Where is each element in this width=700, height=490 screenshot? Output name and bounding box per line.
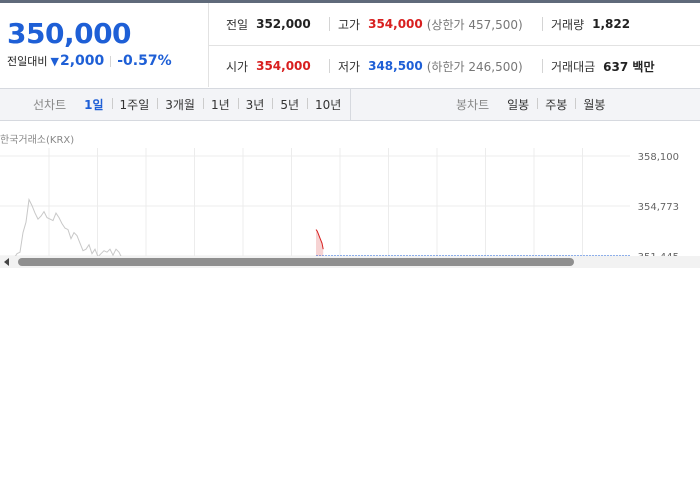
chart-period-tabbar: 선차트 1일 1주일 3개월 1년 3년 5년 10년 봉차트 일봉 주봉 월봉	[0, 88, 700, 121]
down-triangle-icon: ▼	[50, 54, 59, 68]
chart-grid	[0, 148, 630, 256]
volume-label: 거래량	[551, 17, 585, 32]
prev-close-cell: 전일 352,000	[226, 17, 311, 32]
history-series-line	[14, 197, 122, 256]
chart-scrollbar[interactable]	[0, 256, 700, 268]
line-chart-tabs: 선차트 1일 1주일 3개월 1년 3년 5년 10년	[0, 89, 351, 120]
price-change: 전일대비 ▼ 2,000 -0.57%	[7, 53, 172, 69]
volume-value: 1,822	[592, 17, 631, 31]
low-label: 저가	[338, 59, 361, 74]
tab-1-year[interactable]: 1년	[202, 96, 238, 113]
trade-amount-cell: 거래대금 637 백만	[542, 59, 655, 74]
tab-1-day[interactable]: 1일	[76, 96, 111, 113]
trade-amount-value: 637 백만	[603, 59, 655, 74]
open-label: 시가	[226, 59, 249, 74]
low-cell: 저가 348,500 (하한가 246,500)	[329, 59, 523, 74]
quote-info-grid: 전일 352,000 고가 354,000 (상한가 457,500) 거래량 …	[209, 3, 700, 87]
prev-close-label: 전일	[226, 17, 249, 32]
exchange-label: 한국거래소(KRX)	[0, 135, 75, 146]
tab-daily-candle[interactable]: 일봉	[499, 96, 537, 113]
tab-1-week[interactable]: 1주일	[111, 96, 158, 113]
tab-10-years[interactable]: 10년	[307, 96, 349, 113]
y-axis-ticks: 358,100354,773351,445	[638, 152, 679, 256]
high-cell: 고가 354,000 (상한가 457,500)	[329, 17, 523, 32]
prev-close-value: 352,000	[256, 17, 311, 31]
high-label: 고가	[338, 17, 361, 32]
low-value: 348,500	[368, 59, 423, 73]
scroll-thumb[interactable]	[18, 258, 574, 266]
chart-series	[14, 197, 630, 256]
scroll-left-icon[interactable]	[4, 258, 9, 266]
candle-chart-label: 봉차트	[456, 98, 490, 112]
open-cell: 시가 354,000	[226, 59, 311, 74]
trade-amount-label: 거래대금	[551, 59, 596, 74]
divider	[110, 55, 112, 67]
y-tick-label: 358,100	[638, 152, 679, 163]
high-value: 354,000	[368, 17, 423, 31]
tab-3-years[interactable]: 3년	[237, 96, 273, 113]
candle-chart-tabs: 봉차트 일봉 주봉 월봉	[351, 89, 700, 120]
tab-weekly-candle[interactable]: 주봉	[537, 96, 575, 113]
price-summary: 350,000 전일대비 ▼ 2,000 -0.57%	[0, 3, 209, 87]
tab-3-months[interactable]: 3개월	[157, 96, 203, 113]
change-percent: -0.57%	[117, 53, 172, 69]
info-row-2: 시가 354,000 저가 348,500 (하한가 246,500) 거래대금…	[209, 45, 700, 87]
tab-monthly-candle[interactable]: 월봉	[575, 96, 613, 113]
lower-limit: (하한가 246,500)	[426, 59, 523, 74]
info-row-1: 전일 352,000 고가 354,000 (상한가 457,500) 거래량 …	[209, 3, 700, 46]
upper-limit: (상한가 457,500)	[426, 17, 523, 32]
volume-cell: 거래량 1,822	[542, 17, 631, 32]
y-tick-label: 354,773	[638, 202, 679, 213]
current-price: 350,000	[7, 17, 132, 50]
open-value: 354,000	[256, 59, 311, 73]
tab-5-years[interactable]: 5년	[272, 96, 307, 113]
change-value: 2,000	[59, 53, 105, 69]
change-label: 전일대비	[7, 55, 48, 68]
line-chart-label: 선차트	[33, 98, 67, 112]
intraday-price-chart: 358,100354,773351,445	[0, 148, 679, 256]
